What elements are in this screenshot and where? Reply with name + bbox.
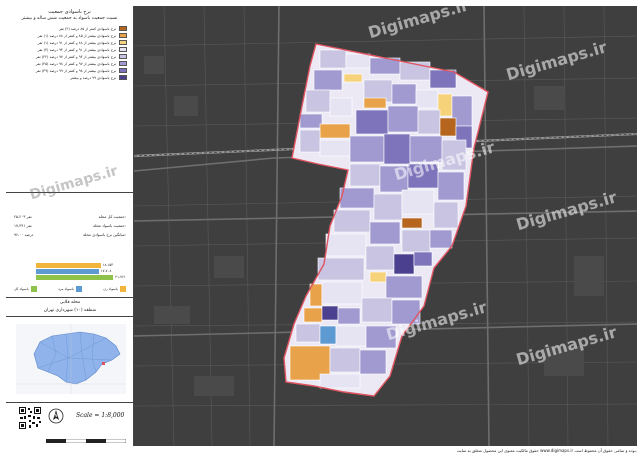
legend-item: نرخ باسوادی کمتر از ۸۵ درصد (۲) نفر	[6, 25, 133, 32]
legend-swatch	[119, 47, 127, 52]
stat-row: ۲۵،۲۰۳ نفر جمعیت کل محله:	[14, 214, 126, 219]
legend-swatch	[119, 40, 127, 45]
legend-swatch	[119, 33, 127, 38]
locator-minimap	[16, 324, 126, 394]
bar-legend-swatch	[30, 286, 37, 292]
location-marker	[102, 362, 105, 365]
legend-swatch	[119, 61, 127, 66]
bar-male: ۱۷،۷۰۸	[36, 269, 126, 274]
bar-female: ۱۸،۱۵۳	[36, 263, 126, 268]
neighborhood-name: محله قلابی	[59, 300, 81, 305]
legend-items: نرخ باسوادی کمتر از ۸۵ درصد (۲) نفر نرخ …	[6, 25, 133, 81]
legend-item: نرخ باسوادی بیشتر از ۸۵ و کمتر از ۸۸ درص…	[6, 32, 133, 39]
legend-panel: نرخ باسوادی جمعیت نسبت جمعیت باسواد به ج…	[6, 6, 134, 446]
legend-title: نرخ باسوادی جمعیت	[48, 9, 91, 15]
legend-swatch	[119, 68, 127, 73]
stat-row: ۱۷،۳۴۱ نفر جمعیت باسواد محله:	[14, 223, 126, 228]
legend-swatch	[119, 54, 127, 59]
district-name: منطقه (۱۰) شهرداری تهران	[43, 308, 97, 313]
legend-subtitle: نسبت جمعیت باسواد به جمعیت شش ساله و بیش…	[21, 16, 118, 21]
svg-text:N: N	[55, 413, 58, 418]
bar-total: ۲۱،۷۶۱	[36, 275, 126, 280]
divider	[6, 297, 134, 298]
legend-item: نرخ باسوادی بیشتر از ۹۸ و کمتر از ۹۹ درص…	[6, 67, 133, 74]
scale-label: Scale = 1:8,000	[76, 412, 125, 419]
legend-swatch	[119, 26, 127, 31]
legend-item: نرخ باسوادی ۹۹ درصد و بیشتر	[6, 74, 133, 81]
north-arrow-icon: N	[48, 408, 64, 424]
qr-code	[18, 406, 42, 430]
legend-swatch	[119, 75, 127, 80]
literacy-bars: ۱۸،۱۵۳ ۱۷،۷۰۸ ۲۱،۷۶۱	[36, 263, 126, 281]
bar-legend-item: باسواد زن	[103, 286, 126, 292]
legend-item: نرخ باسوادی بیشتر از ۹۴ و کمتر از ۹۷ درص…	[6, 53, 133, 60]
stats-block: ۲۵،۲۰۳ نفر جمعیت کل محله: ۱۷،۳۴۱ نفر جمعیت…	[14, 212, 126, 239]
copyright-footer: حقوق مالکیت معنوی این محصول متعلق به سای…	[456, 448, 637, 453]
bar-legend-swatch	[75, 286, 82, 292]
divider	[6, 316, 134, 317]
bar-legend: باسواد کل باسواد مرد باسواد زن	[14, 286, 126, 292]
bar-legend-item: باسواد مرد	[58, 286, 82, 292]
map-svg	[134, 6, 637, 446]
bar-legend-item: باسواد کل	[14, 286, 37, 292]
legend-item: نرخ باسوادی بیشتر از ۹۷ و کمتر از ۹۸ درص…	[6, 60, 133, 67]
legend-item: نرخ باسوادی بیشتر از ۸۸ و کمتر از ۹۱ درص…	[6, 39, 133, 46]
scale-bar	[45, 428, 127, 444]
divider	[6, 402, 134, 403]
legend-item: نرخ باسوادی بیشتر از ۹۱ و کمتر از ۹۴ درص…	[6, 46, 133, 53]
map-canvas[interactable]: Digimaps.ir Digimaps.ir Digimaps.ir Digi…	[134, 6, 637, 446]
bar-legend-swatch	[119, 286, 126, 292]
stat-row: ۹۶،۰۰ درصد میانگین نرخ باسوادی محله:	[14, 232, 126, 237]
